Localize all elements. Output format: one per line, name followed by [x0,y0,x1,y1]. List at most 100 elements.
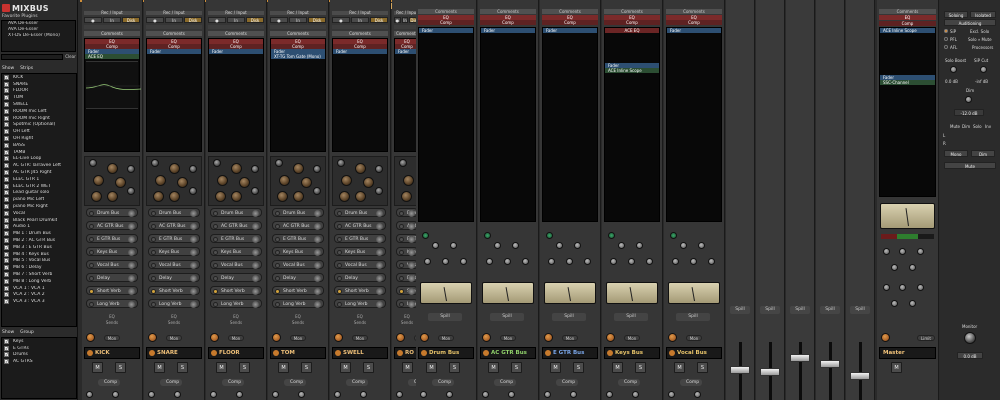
send-button[interactable]: Delay [210,273,262,282]
bus-name-plate[interactable]: Drum Bus [418,347,474,359]
hp-knob[interactable] [107,163,118,174]
send-level-knob[interactable] [128,223,135,230]
comp-button[interactable]: Comp [542,20,598,25]
eq-freq-knob[interactable] [301,177,312,188]
width-knob[interactable] [298,391,305,398]
dim-button[interactable]: Dim [971,150,995,157]
send-button[interactable]: E GTR Bus [210,234,262,243]
send-led[interactable] [89,289,94,294]
eq-gain-knob[interactable] [155,175,166,186]
mute-button[interactable]: M [402,362,413,373]
comments-button[interactable]: Comments [270,31,326,36]
send-button[interactable]: E GTR Bus [148,234,200,243]
vca-fader-cap[interactable] [730,366,750,374]
mute-button[interactable]: M [426,362,437,373]
send-button[interactable]: Vocal Bus [272,260,324,269]
comp-toggle[interactable]: Comp [618,379,641,386]
show-checkbox[interactable]: ✓ [4,170,9,176]
processor-box[interactable]: Fader [418,27,474,222]
eq-freq-knob[interactable] [363,177,374,188]
vca-fader-cap[interactable] [790,354,810,362]
bus-knob[interactable] [556,242,563,249]
strip-list-item[interactable]: ✓ OH Left [2,128,76,135]
filter-knob[interactable] [337,159,345,167]
bus-knob[interactable] [584,258,591,265]
send-led[interactable] [275,302,280,307]
send-button[interactable]: Vocal Bus [148,260,200,269]
processor-box[interactable]: Fader [480,27,536,222]
mute-button[interactable]: M [92,362,103,373]
send-led[interactable] [151,289,156,294]
bus-name-plate[interactable]: Vocal Bus [666,347,722,359]
bus-knob[interactable] [486,258,493,265]
strip-list-item[interactable]: ✓ MB 7 : Short Verb [2,271,76,278]
send-button[interactable]: Short Verb [334,286,386,295]
trim-knob[interactable] [544,333,553,342]
send-led[interactable] [89,263,94,268]
mute-button[interactable]: M [340,362,351,373]
master-name-plate[interactable]: Master [879,347,936,359]
show-checkbox[interactable]: ✓ [4,238,9,244]
solo-button[interactable]: S [177,362,188,373]
send-led[interactable] [213,276,218,281]
comp-knob[interactable] [251,165,259,173]
show-checkbox[interactable]: ✓ [4,265,9,271]
bus-knob[interactable] [548,258,555,265]
send-level-knob[interactable] [376,223,383,230]
pan-knob[interactable] [86,391,93,398]
send-button[interactable]: Long Verb [396,299,430,308]
solo-button[interactable]: S [449,362,460,373]
excl-solo-label[interactable]: Excl. Solo [970,29,989,34]
eq-gain-knob[interactable] [215,191,226,202]
mute-button[interactable]: Mute [944,162,996,169]
solo-button[interactable]: S [301,362,312,373]
strip-list-item[interactable]: ✓ MB 2 : AC GTR Bus [2,237,76,244]
eq-gain-knob[interactable] [153,191,164,202]
in-button[interactable]: In [165,17,183,23]
trim-knob[interactable] [420,333,429,342]
group-list-item[interactable]: ✓ Keys [2,338,76,345]
send-led[interactable] [151,302,156,307]
send-level-knob[interactable] [128,249,135,256]
send-led[interactable] [151,211,156,216]
send-button[interactable]: Vocal Bus [334,260,386,269]
pan-knob[interactable] [148,391,155,398]
fader-slot[interactable]: Fader [209,49,263,54]
pan-knob[interactable] [606,391,613,398]
spill-button[interactable]: Spill [790,306,810,314]
strip-list-item[interactable]: ✓ TOM [2,94,76,101]
pan-knob[interactable] [420,391,427,398]
strip-list-item[interactable]: ✓ piano Mic Right [2,203,76,210]
master-knob[interactable] [891,264,898,271]
send-level-knob[interactable] [190,249,197,256]
eq-gain-knob[interactable] [217,175,228,186]
bus-knob[interactable] [574,242,581,249]
mon-button[interactable]: Mon [624,335,640,341]
send-led[interactable] [275,211,280,216]
send-led[interactable] [337,302,342,307]
strip-name-plate[interactable]: SWELL [332,347,388,359]
sip-cut-knob[interactable] [980,66,987,73]
send-level-knob[interactable] [190,301,197,308]
send-led[interactable] [337,250,342,255]
group-list-item[interactable]: ✓ E GTRs [2,345,76,352]
vca-fader-cap[interactable] [850,372,870,380]
filter-knob[interactable] [399,159,407,167]
spill-button[interactable]: Spill [428,313,462,321]
bus-knob[interactable] [424,258,431,265]
master-knob[interactable] [883,284,890,291]
send-level-knob[interactable] [314,301,321,308]
show-checkbox[interactable]: ✓ [4,231,9,237]
strip-list-item[interactable]: ✓ OH Right [2,135,76,142]
pfl-radio[interactable] [944,37,948,41]
strip-name-plate[interactable]: FLOOR [208,347,264,359]
show-checkbox[interactable]: ✓ [4,299,9,305]
fader-slot[interactable]: Fader [667,28,721,33]
bus-name-plate[interactable]: AC GTR Bus [480,347,536,359]
send-button[interactable]: Vocal Bus [210,260,262,269]
hp-knob[interactable] [231,163,242,174]
send-button[interactable]: Short Verb [86,286,138,295]
bus-knob[interactable] [512,242,519,249]
send-button[interactable]: Keys Bus [334,247,386,256]
send-level-knob[interactable] [128,236,135,243]
